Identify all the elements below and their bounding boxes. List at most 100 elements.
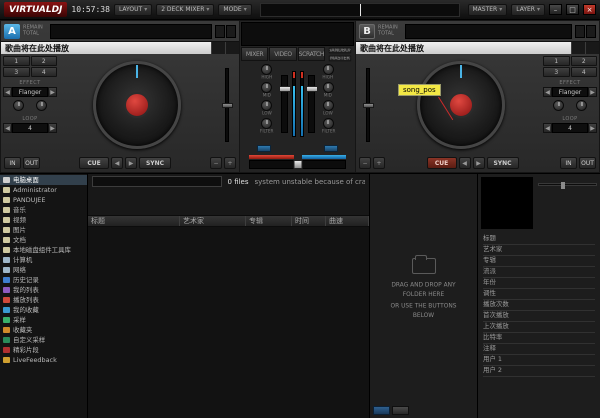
column-header[interactable]: 专辑 bbox=[246, 216, 292, 226]
mixer-tab[interactable]: SCRATCH bbox=[298, 47, 325, 61]
sidebar-folder-item[interactable]: 精彩片段 bbox=[0, 345, 87, 355]
eq-knob[interactable] bbox=[323, 82, 334, 93]
deck-a-pitch-minus-button[interactable]: − bbox=[210, 157, 222, 169]
sidebar-folder-item[interactable]: LiveFeedback bbox=[0, 355, 87, 365]
sidebar-folder-item[interactable]: 图片 bbox=[0, 225, 87, 235]
deck-b-pitch-slider[interactable] bbox=[366, 68, 370, 142]
deck-b-pitch-minus-button[interactable]: − bbox=[359, 157, 371, 169]
global-waveform-strip[interactable] bbox=[260, 3, 460, 17]
deck-b-effect-select[interactable]: Flanger bbox=[552, 87, 588, 97]
crossfader[interactable] bbox=[249, 160, 346, 169]
search-input[interactable] bbox=[92, 176, 222, 187]
deck-a-sync-button[interactable]: SYNC bbox=[139, 157, 171, 169]
effect-prev-button[interactable]: ◀ bbox=[543, 87, 552, 97]
eq-knob[interactable] bbox=[261, 118, 272, 129]
deck-b-jog-wheel[interactable] bbox=[417, 61, 505, 149]
hotcue-button[interactable]: 2 bbox=[571, 56, 598, 66]
deck-a-skip-back-button[interactable]: ◀ bbox=[111, 157, 123, 169]
minimize-button[interactable]: – bbox=[549, 4, 562, 15]
mixer-tab[interactable]: VIDEO bbox=[269, 47, 296, 61]
effect-knob-1[interactable] bbox=[553, 100, 564, 111]
layout-button[interactable]: LAYOUT ▾ bbox=[114, 4, 152, 16]
dropzone-panel[interactable]: DRAG AND DROP ANY FOLDER HERE OR USE THE… bbox=[370, 174, 478, 418]
hotcue-button[interactable]: 3 bbox=[3, 67, 30, 77]
preview-position-slider[interactable] bbox=[538, 183, 597, 186]
sidebar-folder-item[interactable]: Administrator bbox=[0, 185, 87, 195]
column-header[interactable]: 时间 bbox=[292, 216, 326, 226]
deck-a-pitch-slider[interactable] bbox=[225, 68, 229, 142]
sidebar-folder-item[interactable]: 计算机 bbox=[0, 255, 87, 265]
deck-b-play-button[interactable]: ▶ bbox=[473, 157, 485, 169]
deck-a-cue-button[interactable]: CUE bbox=[79, 157, 109, 169]
maximize-button[interactable]: □ bbox=[566, 4, 579, 15]
pitch-slider-handle[interactable] bbox=[363, 103, 374, 108]
sidebar-folder-item[interactable]: 历史记录 bbox=[0, 275, 87, 285]
effect-prev-button[interactable]: ◀ bbox=[3, 87, 12, 97]
sidebar-folder-item[interactable]: 自定义采样 bbox=[0, 335, 87, 345]
sidebar-folder-item[interactable]: 视频 bbox=[0, 215, 87, 225]
mixer-tab[interactable]: MIXER bbox=[241, 47, 268, 61]
deck-a-pfl-button[interactable] bbox=[257, 145, 271, 152]
effect-knob-2[interactable] bbox=[576, 100, 587, 111]
close-button[interactable]: × bbox=[583, 4, 596, 15]
file-list-body[interactable] bbox=[88, 227, 369, 418]
deck-b-cue-button[interactable]: CUE bbox=[427, 157, 457, 169]
deck-a-effect-select[interactable]: Flanger bbox=[12, 87, 48, 97]
hotcue-button[interactable]: 3 bbox=[543, 67, 570, 77]
browse-folder-button[interactable] bbox=[392, 406, 409, 415]
column-header[interactable]: 曲速 bbox=[326, 216, 369, 226]
column-header[interactable]: 标题 bbox=[88, 216, 180, 226]
crossfader-handle[interactable] bbox=[293, 160, 302, 169]
loop-half-button[interactable]: ◀ bbox=[543, 123, 552, 133]
sidebar-folder-item[interactable]: 电脑桌面 bbox=[0, 175, 87, 185]
hotcue-button[interactable]: 4 bbox=[571, 67, 598, 77]
deck-mode-button[interactable]: 2 DECK MIXER ▾ bbox=[156, 4, 214, 16]
deck-a-volume-fader[interactable] bbox=[281, 75, 288, 133]
deck-b-loop-size[interactable]: 4 bbox=[552, 123, 588, 133]
sidebar-folder-item[interactable]: 音乐 bbox=[0, 205, 87, 215]
layer-button[interactable]: LAYER ▾ bbox=[511, 4, 545, 16]
deck-a-loop-in-button[interactable]: IN bbox=[4, 157, 21, 169]
sidebar-folder-item[interactable]: 收藏夹 bbox=[0, 325, 87, 335]
effect-next-button[interactable]: ▶ bbox=[48, 87, 57, 97]
eq-knob[interactable] bbox=[261, 100, 272, 111]
mixer-side-button[interactable]: MASTER bbox=[329, 55, 351, 60]
deck-b-skip-back-button[interactable]: ◀ bbox=[459, 157, 471, 169]
add-folder-button[interactable] bbox=[373, 406, 390, 415]
deck-b-pitch-plus-button[interactable]: + bbox=[373, 157, 385, 169]
deck-a-pitch-plus-button[interactable]: + bbox=[224, 157, 236, 169]
deck-a-loop-out-button[interactable]: OUT bbox=[23, 157, 40, 169]
deck-b-sync-button[interactable]: SYNC bbox=[487, 157, 519, 169]
deck-a-play-button[interactable]: ▶ bbox=[125, 157, 137, 169]
eq-knob[interactable] bbox=[261, 64, 272, 75]
deck-b-volume-fader[interactable] bbox=[308, 75, 315, 133]
hotcue-button[interactable]: 1 bbox=[3, 56, 30, 66]
deck-a-jog-wheel[interactable] bbox=[93, 61, 181, 149]
loop-half-button[interactable]: ◀ bbox=[3, 123, 12, 133]
master-button[interactable]: MASTER ▾ bbox=[468, 4, 508, 16]
loop-double-button[interactable]: ▶ bbox=[48, 123, 57, 133]
hotcue-button[interactable]: 2 bbox=[31, 56, 58, 66]
volume-fader-handle[interactable] bbox=[306, 86, 318, 92]
sidebar-folder-item[interactable]: 播放列表 bbox=[0, 295, 87, 305]
sidebar-folder-item[interactable]: 采样 bbox=[0, 315, 87, 325]
effect-knob-2[interactable] bbox=[36, 100, 47, 111]
mode-button[interactable]: MODE ▾ bbox=[218, 4, 251, 16]
eq-knob[interactable] bbox=[323, 64, 334, 75]
sidebar-folder-item[interactable]: 网络 bbox=[0, 265, 87, 275]
hotcue-button[interactable]: 1 bbox=[543, 56, 570, 66]
eq-knob[interactable] bbox=[323, 100, 334, 111]
loop-double-button[interactable]: ▶ bbox=[588, 123, 597, 133]
column-header[interactable]: 艺术家 bbox=[180, 216, 246, 226]
sidebar-folder-item[interactable]: 我的列表 bbox=[0, 285, 87, 295]
sidebar-folder-item[interactable]: 本地磁盘组件工具库 bbox=[0, 245, 87, 255]
mixer-side-button[interactable]: SANDBOX bbox=[329, 48, 351, 53]
sidebar-folder-item[interactable]: 我的收藏 bbox=[0, 305, 87, 315]
effect-next-button[interactable]: ▶ bbox=[588, 87, 597, 97]
deck-b-pfl-button[interactable] bbox=[324, 145, 338, 152]
sidebar-folder-item[interactable]: 文档 bbox=[0, 235, 87, 245]
sidebar-folder-item[interactable]: PANDUJEE bbox=[0, 195, 87, 205]
effect-knob-1[interactable] bbox=[13, 100, 24, 111]
deck-b-loop-out-button[interactable]: OUT bbox=[579, 157, 596, 169]
eq-knob[interactable] bbox=[323, 118, 334, 129]
